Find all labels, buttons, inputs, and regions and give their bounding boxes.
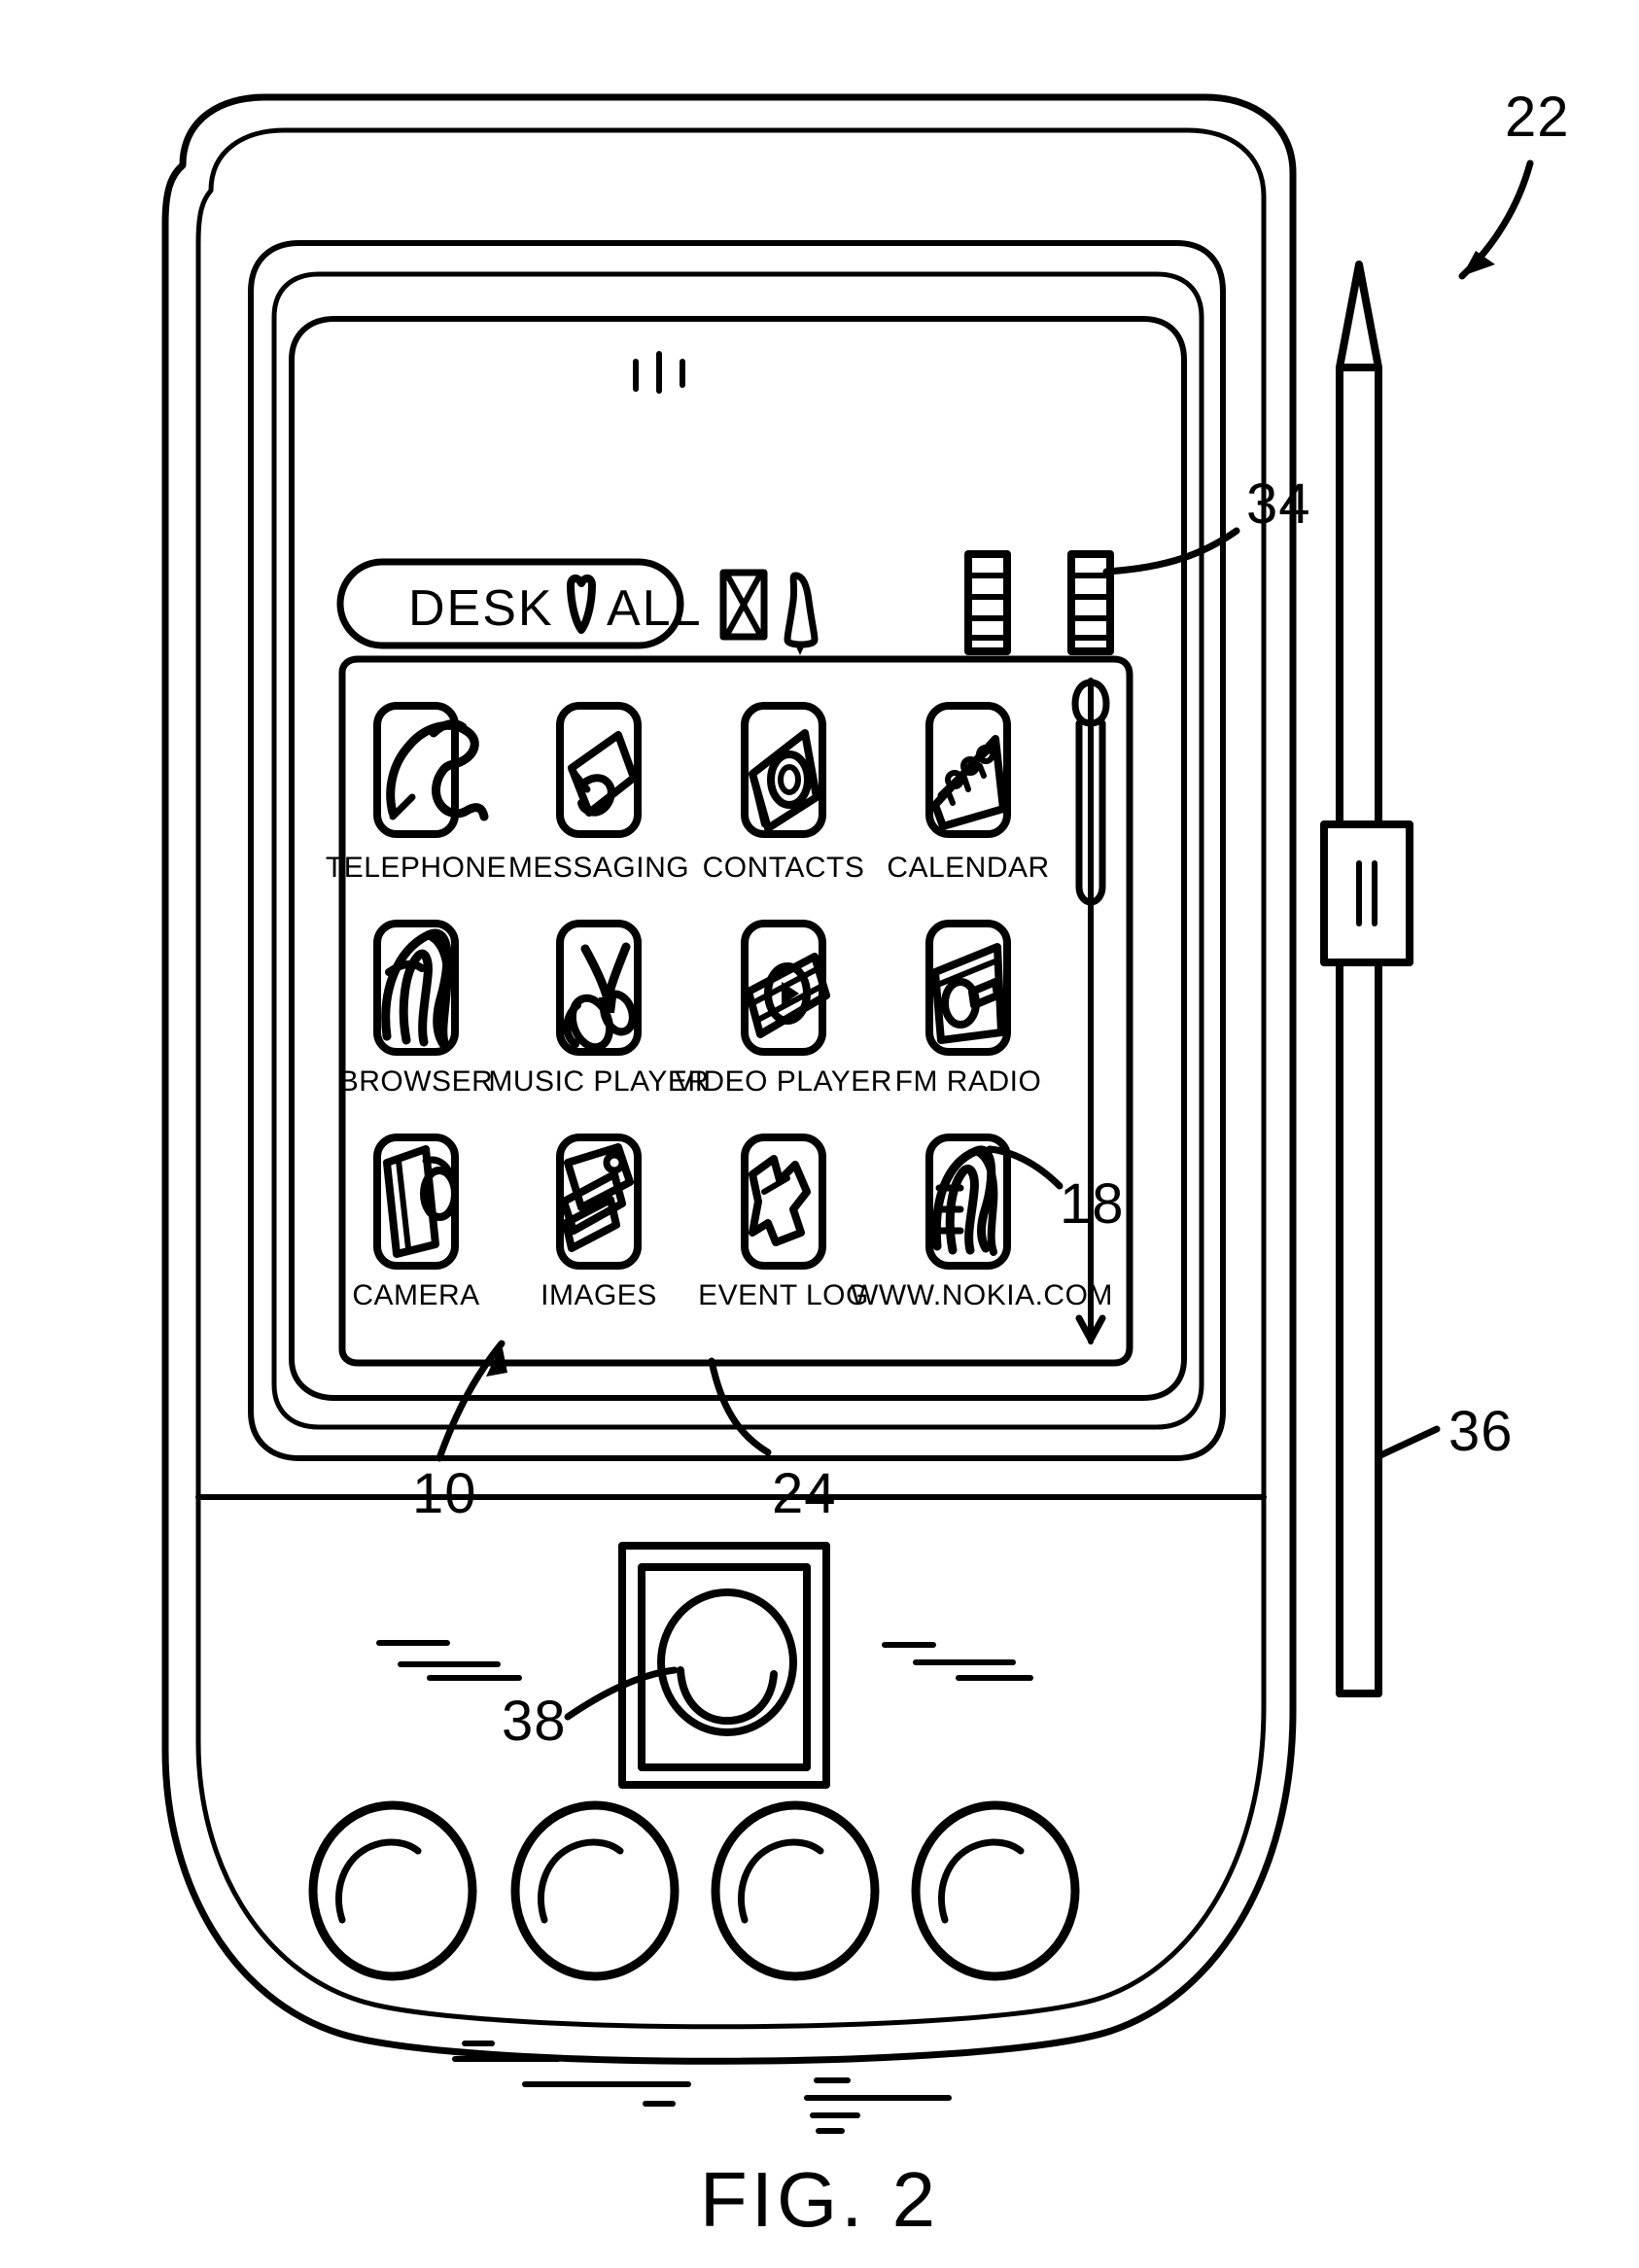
app-label-fm-radio: FM RADIO xyxy=(895,1065,1042,1098)
ref-numeral-22: 22 xyxy=(1505,86,1570,149)
ref-numeral-24: 24 xyxy=(772,1462,837,1525)
app-label-messaging: MESSAGING xyxy=(508,852,689,884)
patent-figure-page: DESK ALL TELEPHONE MESSAGING CONTACTS CA… xyxy=(0,0,1639,2268)
ref-numeral-34: 34 xyxy=(1246,472,1311,536)
ref-numeral-36: 36 xyxy=(1448,1400,1514,1463)
ref-numeral-38: 38 xyxy=(502,1690,567,1753)
app-label-contacts: CONTACTS xyxy=(703,852,865,884)
ref-numeral-10: 10 xyxy=(412,1462,477,1525)
app-label-nokia-web: WWW.NOKIA.COM xyxy=(851,1279,1113,1311)
app-label-video-player: VIDEO PLAYER xyxy=(675,1065,892,1098)
ref-numeral-18: 18 xyxy=(1060,1172,1125,1236)
figure-caption: FIG. 2 xyxy=(700,2156,939,2243)
app-label-images: IMAGES xyxy=(541,1279,657,1311)
tulip-glyph-icon xyxy=(567,575,596,634)
app-label-calendar: CALENDAR xyxy=(887,852,1049,884)
app-label-camera: CAMERA xyxy=(352,1279,479,1311)
app-label-event-log: EVENT LOG xyxy=(698,1279,869,1311)
title-right-word: ALL xyxy=(607,580,703,637)
app-label-telephone: TELEPHONE xyxy=(326,852,506,884)
app-label-browser: BROWSER xyxy=(339,1065,494,1098)
text-layer: DESK ALL TELEPHONE MESSAGING CONTACTS CA… xyxy=(326,86,1570,2243)
title-left-word: DESK xyxy=(408,580,554,637)
